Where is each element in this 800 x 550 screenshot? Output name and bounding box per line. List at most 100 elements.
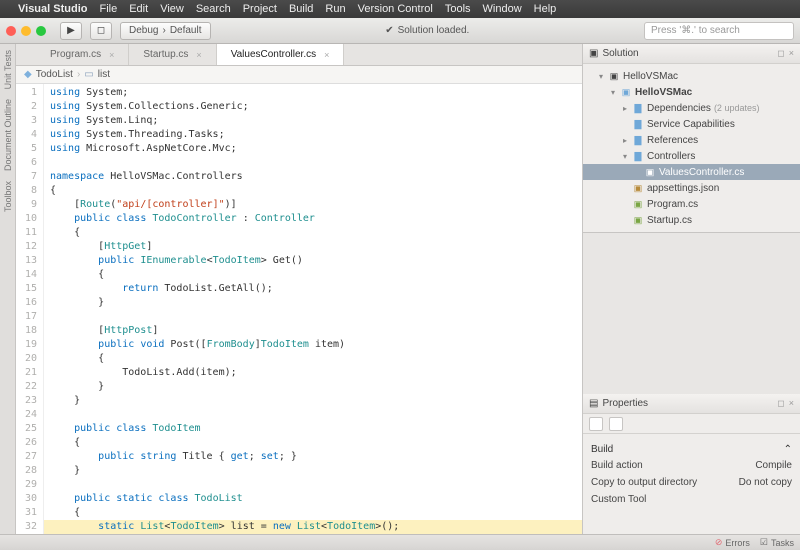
disclosure-icon[interactable]: ▸	[621, 136, 629, 145]
minimize-window-icon[interactable]	[21, 26, 31, 36]
project-node[interactable]: ▾ ▣ HelloVSMac	[583, 84, 800, 100]
properties-title: Properties	[602, 398, 648, 409]
disclosure-icon[interactable]: ▸	[621, 104, 629, 113]
line-gutter: 1234567891011121314151617181920212223242…	[16, 84, 44, 534]
program-file[interactable]: ▣ Program.cs	[583, 196, 800, 212]
json-file-icon: ▣	[632, 182, 644, 194]
code-body[interactable]: using System;using System.Collections.Ge…	[44, 84, 582, 534]
prop-build-action[interactable]: Build action Compile	[591, 457, 792, 474]
tab-valuescontroller[interactable]: ValuesController.cs ×	[217, 44, 345, 65]
panel-close-icon[interactable]: ×	[789, 398, 794, 409]
menu-build[interactable]: Build	[289, 3, 313, 15]
tree-label: References	[647, 135, 698, 146]
search-placeholder: Press '⌘.' to search	[651, 25, 740, 36]
chevron-right-icon: ›	[77, 69, 80, 80]
menu-search[interactable]: Search	[196, 3, 231, 15]
menu-window[interactable]: Window	[483, 3, 522, 15]
menu-project[interactable]: Project	[243, 3, 277, 15]
menu-version-control[interactable]: Version Control	[358, 3, 433, 15]
references-node[interactable]: ▸ ▇ References	[583, 132, 800, 148]
prop-section-build[interactable]: Build ⌃	[591, 440, 792, 457]
tasks-button[interactable]: ☑ Tasks	[760, 537, 794, 548]
status-display: ✔ Solution loaded.	[219, 25, 637, 36]
menu-tools[interactable]: Tools	[445, 3, 471, 15]
menu-help[interactable]: Help	[534, 3, 557, 15]
panel-pin-icon[interactable]: ◻	[777, 48, 784, 59]
breadcrumb-member[interactable]: list	[98, 69, 110, 80]
prop-custom-tool[interactable]: Custom Tool	[591, 491, 792, 508]
solution-title: Solution	[602, 48, 638, 59]
disclosure-icon[interactable]: ▾	[621, 152, 629, 161]
folder-icon: ▇	[632, 118, 644, 130]
close-icon[interactable]: ×	[109, 50, 114, 60]
solution-tree[interactable]: ▾ ▣ HelloVSMac ▾ ▣ HelloVSMac ▸ ▇ Depend…	[583, 64, 800, 232]
disclosure-icon[interactable]: ▾	[597, 72, 605, 81]
tab-program[interactable]: Program.cs ×	[36, 44, 129, 65]
editor-breadcrumb[interactable]: ◆ TodoList › ▭ list	[16, 66, 582, 84]
appsettings-file[interactable]: ▣ appsettings.json	[583, 180, 800, 196]
run-button[interactable]: ▶	[60, 22, 82, 40]
startup-file[interactable]: ▣ Startup.cs	[583, 212, 800, 228]
app-menu[interactable]: Visual Studio	[18, 3, 87, 15]
tree-label: Program.cs	[647, 199, 698, 210]
errors-label: Errors	[725, 538, 750, 548]
folder-icon: ▇	[632, 102, 644, 114]
rail-toolbox[interactable]: Toolbox	[3, 181, 13, 212]
service-capabilities-node[interactable]: ▇ Service Capabilities	[583, 116, 800, 132]
menu-run[interactable]: Run	[325, 3, 345, 15]
window-controls	[6, 26, 46, 36]
properties-panel-header[interactable]: ▤ Properties ◻ ×	[583, 394, 800, 414]
prop-value[interactable]: Do not copy	[739, 477, 792, 488]
rail-unit-tests[interactable]: Unit Tests	[3, 50, 13, 89]
project-icon: ▣	[620, 86, 632, 98]
dependencies-node[interactable]: ▸ ▇ Dependencies (2 updates)	[583, 100, 800, 116]
left-tool-rail: Unit Tests Document Outline Toolbox	[0, 44, 16, 534]
errors-button[interactable]: ⊘ Errors	[715, 537, 750, 548]
solution-panel-header[interactable]: ▣ Solution ◻ ×	[583, 44, 800, 64]
status-text: Solution loaded.	[398, 25, 470, 36]
tasks-icon: ☑	[760, 537, 768, 548]
rail-document-outline[interactable]: Document Outline	[3, 99, 13, 171]
deps-updates: (2 updates)	[714, 103, 760, 113]
menu-edit[interactable]: Edit	[129, 3, 148, 15]
prop-section-label: Build	[591, 444, 613, 455]
error-icon: ⊘	[715, 537, 723, 548]
code-editor[interactable]: 1234567891011121314151617181920212223242…	[16, 84, 582, 534]
sort-icon[interactable]	[609, 417, 623, 431]
breadcrumb-class[interactable]: TodoList	[36, 69, 73, 80]
categorize-icon[interactable]	[589, 417, 603, 431]
menu-view[interactable]: View	[160, 3, 184, 15]
run-configuration-selector[interactable]: Debug › Default	[120, 22, 211, 40]
panel-pin-icon[interactable]: ◻	[777, 398, 784, 409]
build-target-button[interactable]: ◻	[90, 22, 112, 40]
zoom-window-icon[interactable]	[36, 26, 46, 36]
field-icon: ▭	[84, 69, 93, 80]
play-icon: ▶	[67, 25, 75, 36]
folder-icon: ▇	[632, 150, 644, 162]
prop-key: Build action	[591, 460, 643, 471]
solution-root[interactable]: ▾ ▣ HelloVSMac	[583, 68, 800, 84]
solution-file-icon: ▣	[608, 70, 620, 82]
editor-tabs: Program.cs × Startup.cs × ValuesControll…	[16, 44, 582, 66]
global-search-input[interactable]: Press '⌘.' to search	[644, 22, 794, 40]
close-icon[interactable]: ×	[324, 50, 329, 60]
panel-close-icon[interactable]: ×	[789, 48, 794, 59]
folder-icon: ▇	[632, 134, 644, 146]
collapse-icon[interactable]: ⌃	[784, 444, 792, 455]
prop-value[interactable]: Compile	[755, 460, 792, 471]
target-icon: ◻	[97, 25, 105, 36]
tree-label: Dependencies	[647, 103, 711, 114]
prop-copy-output[interactable]: Copy to output directory Do not copy	[591, 474, 792, 491]
close-window-icon[interactable]	[6, 26, 16, 36]
close-icon[interactable]: ×	[196, 50, 201, 60]
controllers-folder[interactable]: ▾ ▇ Controllers	[583, 148, 800, 164]
menu-file[interactable]: File	[99, 3, 117, 15]
prop-key: Custom Tool	[591, 494, 646, 505]
csharp-file-icon: ▣	[632, 198, 644, 210]
tab-label: Program.cs	[50, 49, 101, 60]
valuescontroller-file[interactable]: ▣ ValuesController.cs	[583, 164, 800, 180]
disclosure-icon[interactable]: ▾	[609, 88, 617, 97]
tab-label: Startup.cs	[143, 49, 188, 60]
csharp-file-icon: ▣	[644, 166, 656, 178]
tab-startup[interactable]: Startup.cs ×	[129, 44, 216, 65]
